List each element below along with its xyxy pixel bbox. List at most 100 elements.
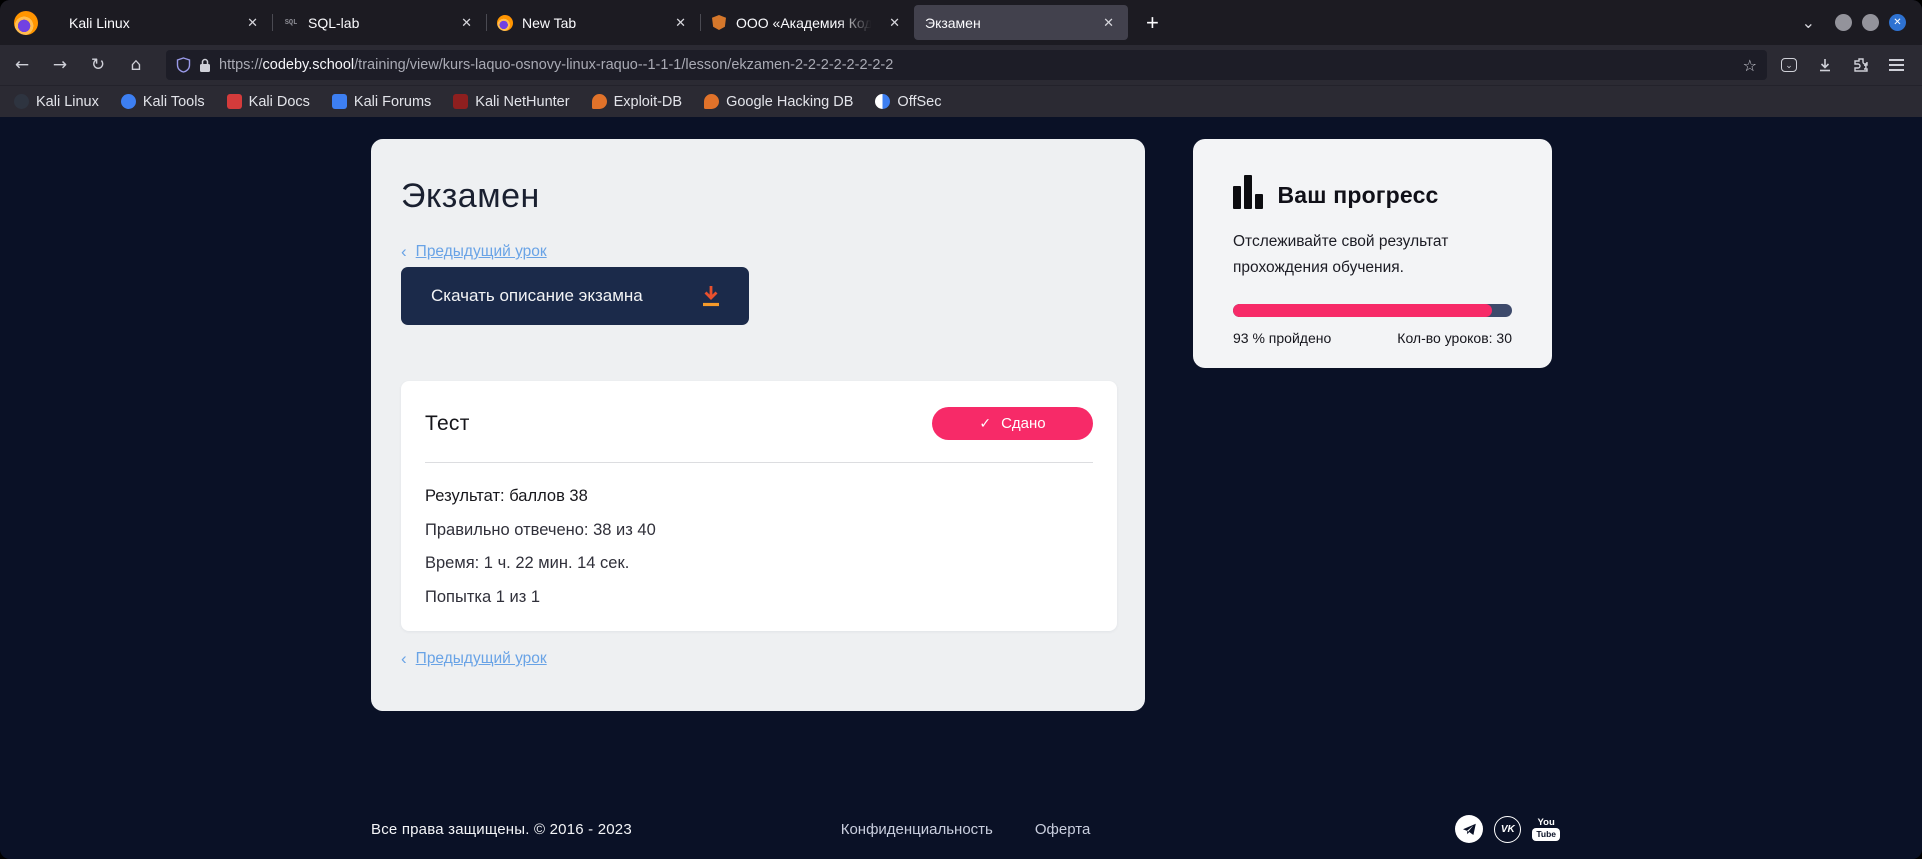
tab-sql-lab[interactable]: SQL SQL-lab ✕	[272, 5, 486, 40]
exploit-db-icon	[592, 94, 607, 109]
back-icon[interactable]: ←	[6, 50, 38, 80]
test-header: Тест ✓ Сдано	[425, 407, 1093, 440]
tab-close-icon[interactable]: ✕	[458, 14, 475, 32]
test-result-card: Тест ✓ Сдано Результат: баллов 38 Правил…	[401, 381, 1117, 631]
tab-title: Экзамен	[925, 15, 1091, 31]
tab-strip: Kali Linux ✕ SQL SQL-lab ✕ New Tab ✕ ООО…	[0, 0, 1922, 45]
bookmark-kali-linux[interactable]: Kali Linux	[14, 94, 99, 110]
tabs-container: Kali Linux ✕ SQL SQL-lab ✕ New Tab ✕ ООО…	[58, 0, 1167, 45]
toolbar-right-icons: ⌄	[1781, 57, 1904, 73]
shield-favicon-icon	[711, 15, 727, 31]
footer-links: Конфиденциальность Оферта	[841, 821, 1091, 838]
pocket-icon[interactable]: ⌄	[1781, 58, 1797, 72]
kali-dragon-icon	[14, 94, 29, 109]
menu-hamburger-icon[interactable]	[1889, 59, 1904, 70]
tab-ekzamen-active[interactable]: Экзамен ✕	[914, 5, 1128, 40]
tab-kali-linux[interactable]: Kali Linux ✕	[58, 5, 272, 40]
window-close-button[interactable]: ✕	[1889, 14, 1906, 31]
check-icon: ✓	[979, 416, 991, 432]
telegram-icon[interactable]	[1455, 815, 1483, 843]
window-maximize-button[interactable]	[1862, 14, 1879, 31]
sql-favicon-icon: SQL	[283, 15, 299, 31]
bookmark-google-hacking-db[interactable]: Google Hacking DB	[704, 94, 853, 110]
passed-badge[interactable]: ✓ Сдано	[932, 407, 1093, 440]
home-icon[interactable]: ⌂	[120, 50, 152, 80]
url-bar[interactable]: https://codeby.school/training/view/kurs…	[166, 50, 1767, 80]
test-title: Тест	[425, 412, 470, 436]
kali-docs-icon	[227, 94, 242, 109]
new-tab-button[interactable]: +	[1138, 10, 1167, 36]
exam-card: Экзамен ‹ Предыдущий урок Скачать описан…	[371, 139, 1145, 711]
copyright-text: Все права защищены. © 2016 - 2023	[371, 821, 841, 838]
bookmark-star-icon[interactable]: ☆	[1743, 56, 1757, 75]
result-score: Результат: баллов 38	[425, 487, 1093, 506]
progress-description: Отслеживайте свой результат прохождения …	[1233, 229, 1493, 281]
progress-labels: 93 % пройдено Кол-во уроков: 30	[1233, 330, 1512, 346]
passed-badge-label: Сдано	[1001, 415, 1046, 432]
page-content: Экзамен ‹ Предыдущий урок Скачать описан…	[0, 117, 1922, 859]
offsec-icon	[875, 94, 890, 109]
vk-icon[interactable]: VK	[1494, 816, 1521, 843]
progress-bar-track	[1233, 304, 1512, 317]
result-time: Время: 1 ч. 22 мин. 14 сек.	[425, 554, 1093, 573]
progress-card: Ваш прогресс Отслеживайте свой результат…	[1193, 139, 1552, 368]
tab-close-icon[interactable]: ✕	[886, 14, 903, 32]
tab-title: New Tab	[522, 15, 663, 31]
bookmark-kali-nethunter[interactable]: Kali NetHunter	[453, 94, 569, 110]
progress-percent-label: 93 % пройдено	[1233, 330, 1331, 346]
prev-lesson-label[interactable]: Предыдущий урок	[416, 650, 547, 668]
list-all-tabs-icon[interactable]: ⌄	[1802, 13, 1815, 32]
privacy-link[interactable]: Конфиденциальность	[841, 821, 993, 838]
bar-chart-icon	[1233, 175, 1263, 209]
google-hacking-db-icon	[704, 94, 719, 109]
browser-window: Kali Linux ✕ SQL SQL-lab ✕ New Tab ✕ ООО…	[0, 0, 1922, 859]
tab-title: Kali Linux	[69, 15, 235, 31]
prev-lesson-link-bottom[interactable]: ‹ Предыдущий урок	[401, 649, 547, 669]
extensions-puzzle-icon[interactable]	[1853, 57, 1869, 73]
firefox-logo-icon	[14, 11, 38, 35]
result-attempt: Попытка 1 из 1	[425, 588, 1093, 607]
tab-new-tab[interactable]: New Tab ✕	[486, 5, 700, 40]
tab-title: SQL-lab	[308, 15, 449, 31]
downloads-icon[interactable]	[1817, 57, 1833, 73]
tab-close-icon[interactable]: ✕	[672, 14, 689, 32]
kali-forums-icon	[332, 94, 347, 109]
window-minimize-button[interactable]	[1835, 14, 1852, 31]
bookmark-exploit-db[interactable]: Exploit-DB	[592, 94, 683, 110]
navigation-toolbar: ← → ↻ ⌂ https://codeby.school/training/v…	[0, 45, 1922, 85]
tabstrip-right: ⌄ ✕	[1802, 13, 1906, 32]
download-button-label: Скачать описание экзамна	[431, 286, 643, 306]
tracking-protection-shield-icon[interactable]	[176, 57, 191, 73]
tab-close-icon[interactable]: ✕	[1100, 14, 1117, 32]
tab-close-icon[interactable]: ✕	[244, 14, 261, 32]
chevron-left-icon: ‹	[401, 649, 407, 669]
bookmark-kali-tools[interactable]: Kali Tools	[121, 94, 205, 110]
progress-title: Ваш прогресс	[1278, 182, 1439, 209]
progress-header: Ваш прогресс	[1233, 175, 1512, 209]
forward-icon[interactable]: →	[44, 50, 76, 80]
kali-tools-icon	[121, 94, 136, 109]
progress-bar-fill	[1233, 304, 1492, 317]
bookmark-kali-docs[interactable]: Kali Docs	[227, 94, 310, 110]
tab-title: ООО «Академия Кодеба	[736, 15, 877, 31]
tab-akademiya-kodebay[interactable]: ООО «Академия Кодеба ✕	[700, 5, 914, 40]
progress-lessons-label: Кол-во уроков: 30	[1397, 330, 1512, 346]
page-footer: Все права защищены. © 2016 - 2023 Конфид…	[371, 815, 1560, 843]
kali-nethunter-icon	[453, 94, 468, 109]
reload-icon[interactable]: ↻	[82, 50, 114, 80]
prev-lesson-link-top[interactable]: ‹ Предыдущий урок	[401, 242, 1145, 262]
social-icons: VK You Tube	[1090, 815, 1560, 843]
bookmarks-bar: Kali Linux Kali Tools Kali Docs Kali For…	[0, 85, 1922, 117]
lock-icon[interactable]	[199, 58, 211, 73]
youtube-icon[interactable]: You Tube	[1532, 818, 1560, 841]
offer-link[interactable]: Оферта	[1035, 821, 1090, 838]
divider	[425, 462, 1093, 463]
bookmark-kali-forums[interactable]: Kali Forums	[332, 94, 431, 110]
download-exam-description-button[interactable]: Скачать описание экзамна	[401, 267, 749, 325]
chevron-left-icon: ‹	[401, 242, 407, 262]
firefox-favicon-icon	[497, 15, 513, 31]
prev-lesson-label[interactable]: Предыдущий урок	[416, 243, 547, 261]
bookmark-offsec[interactable]: OffSec	[875, 94, 941, 110]
url-text[interactable]: https://codeby.school/training/view/kurs…	[219, 57, 1735, 73]
result-correct: Правильно отвечено: 38 из 40	[425, 521, 1093, 540]
